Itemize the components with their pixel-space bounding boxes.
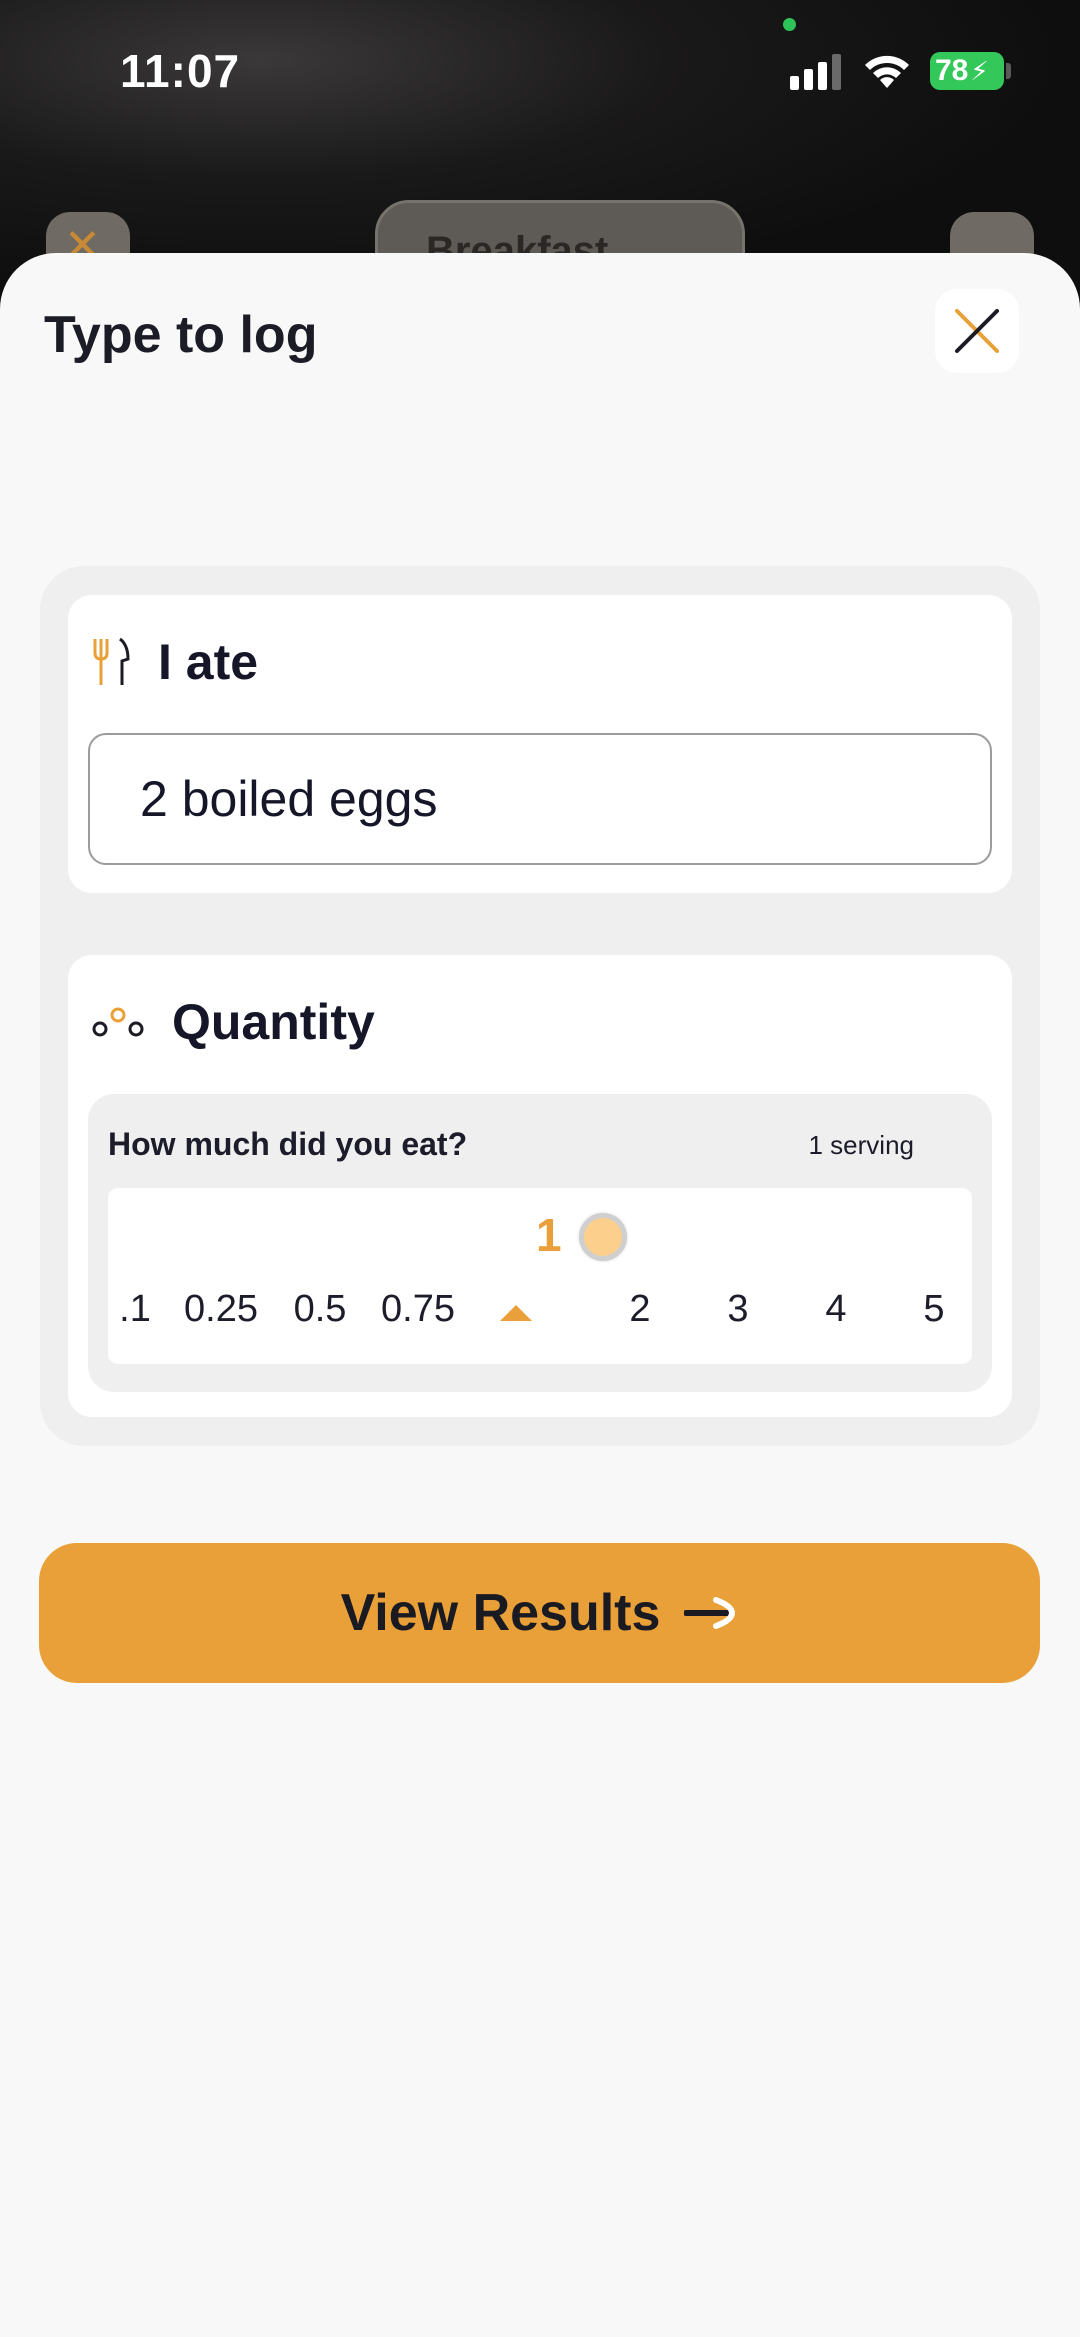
quantity-option[interactable]: .1 bbox=[119, 1288, 151, 1331]
close-button[interactable] bbox=[935, 289, 1019, 373]
quantity-picker-box: How much did you eat? 1 serving 1 .1 0.2… bbox=[88, 1094, 992, 1392]
ate-section: I ate 2 boiled eggs bbox=[68, 595, 1012, 893]
quantity-slider[interactable]: 1 .1 0.25 0.5 0.75 2 3 4 5 bbox=[108, 1188, 972, 1364]
selected-quantity: 1 bbox=[536, 1209, 562, 1261]
quantity-header: Quantity bbox=[92, 993, 375, 1051]
quantity-option[interactable]: 0.75 bbox=[381, 1288, 455, 1331]
quantity-option[interactable]: 2 bbox=[629, 1288, 650, 1331]
ate-label: I ate bbox=[158, 634, 259, 690]
type-to-log-sheet: Type to log I ate 2 boiled eggs Quantity… bbox=[0, 253, 1080, 2337]
arrow-right-icon bbox=[684, 1596, 738, 1630]
wifi-icon bbox=[865, 55, 909, 88]
food-input[interactable]: 2 boiled eggs bbox=[88, 733, 992, 865]
view-results-button[interactable]: View Results bbox=[39, 1543, 1040, 1683]
charging-bolt-icon: ⚡ bbox=[970, 55, 989, 86]
sheet-title: Type to log bbox=[44, 306, 318, 364]
quantity-option[interactable]: 5 bbox=[923, 1288, 944, 1331]
quantity-question: How much did you eat? bbox=[108, 1126, 468, 1162]
selected-indicator-arrow bbox=[500, 1305, 532, 1321]
fork-knife-icon bbox=[93, 637, 130, 685]
battery-level: 78 bbox=[935, 54, 969, 87]
quantity-option[interactable]: 3 bbox=[727, 1288, 748, 1331]
quantity-option[interactable]: 0.5 bbox=[294, 1288, 347, 1331]
log-form-card: I ate 2 boiled eggs Quantity How much di… bbox=[40, 566, 1040, 1446]
status-bar: 11:07 78 ⚡ bbox=[0, 0, 1080, 140]
battery-icon: 78 ⚡ bbox=[930, 52, 1004, 90]
status-time: 11:07 bbox=[120, 45, 241, 97]
signal-icon bbox=[790, 54, 841, 90]
view-results-label: View Results bbox=[340, 1584, 661, 1642]
quantity-label: Quantity bbox=[172, 994, 375, 1050]
quantity-option[interactable]: 4 bbox=[825, 1288, 846, 1331]
quantity-section: Quantity How much did you eat? 1 serving… bbox=[68, 955, 1012, 1417]
ate-header: I ate bbox=[92, 633, 258, 691]
slider-handle[interactable] bbox=[579, 1213, 627, 1261]
quantity-option[interactable]: 0.25 bbox=[184, 1288, 258, 1331]
battery-cap bbox=[1006, 63, 1011, 79]
close-icon bbox=[955, 309, 999, 353]
serving-unit[interactable]: 1 serving bbox=[809, 1130, 915, 1161]
quantity-dots-icon bbox=[92, 1007, 144, 1037]
privacy-indicator-dot bbox=[783, 18, 796, 31]
